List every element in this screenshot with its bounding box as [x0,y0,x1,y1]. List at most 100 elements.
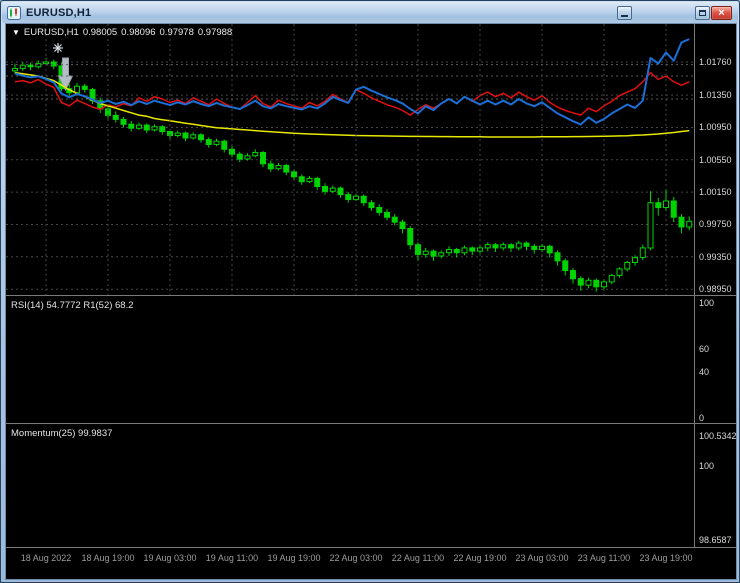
candle [523,242,530,247]
candle [446,249,452,254]
candle [353,195,359,200]
candle [314,177,321,187]
candle [267,163,274,170]
candle [670,200,677,218]
candle [244,155,251,160]
chart-window: EURUSD,H1 × ▼ EURUSD,H1 0.98005 0.98096 0.97… [0,0,740,583]
rsi-label: RSI(14) 54.7772 R1(52) 68.2 [11,300,134,311]
candle [639,247,646,259]
candle [616,268,623,276]
price-axis-label: 1.01350 [699,90,732,101]
candle [593,279,600,288]
close-button[interactable]: × [711,6,732,20]
time-axis-label: 23 Aug 03:00 [515,553,569,563]
chart-client-area: ▼ EURUSD,H1 0.98005 0.98096 0.97978 0.97988 R… [5,23,737,580]
candle [291,171,297,178]
candle [546,245,553,254]
candle [531,245,538,251]
candle [399,221,406,230]
candle [632,257,638,264]
candle [484,244,491,249]
candle [554,252,561,262]
price-axis-label: 1.00150 [699,187,732,198]
time-axis-label: 19 Aug 19:00 [267,553,321,563]
ohlc-header: ▼ EURUSD,H1 0.98005 0.98096 0.97978 0.97988 [12,27,236,38]
rsi-axis-label: 100 [699,298,715,308]
time-axis-label: 23 Aug 11:00 [577,553,631,563]
momentum-label: Momentum(25) 99.9837 [11,428,113,439]
candle [275,165,282,170]
candle [236,153,243,160]
candle [322,186,328,192]
candle [430,250,437,257]
candle [624,262,631,270]
candle [415,244,421,255]
candle [492,244,499,249]
price-axis-label: 1.01760 [699,56,732,67]
candle [577,278,584,286]
candle [391,216,398,223]
candle [678,216,685,228]
candle [453,249,460,254]
candle [384,211,390,218]
close-value: 0.97988 [197,27,233,38]
candle [469,247,476,252]
candle [539,245,545,251]
candle [585,279,592,286]
candle [298,176,305,183]
candle [252,152,259,157]
chart-icon [7,5,21,20]
candle [663,200,669,208]
close-icon: × [718,7,725,19]
restore-button[interactable] [695,6,710,20]
time-axis-label: 22 Aug 03:00 [329,553,383,563]
rsi-axis-label: 0 [699,413,705,423]
price-axis-label: 1.00550 [699,154,732,165]
candle [647,202,654,249]
candle [438,252,445,257]
panel-separator[interactable] [6,295,736,296]
time-axis[interactable]: 18 Aug 2022 18 Aug 19:00 19 Aug 03:00 19 Au… [6,553,736,569]
panel-separator [6,547,736,548]
price-axis-label: 0.99750 [699,219,732,230]
restore-icon [699,10,706,16]
panel-separator[interactable] [6,423,736,424]
candle [461,247,468,254]
candle [368,202,375,209]
open-value: 0.98005 [82,27,118,38]
momentum-line [14,38,690,126]
titlebar[interactable]: EURUSD,H1 × [2,2,738,23]
candle [655,202,662,209]
price-axis[interactable]: 1.01760 1.01350 1.00950 1.00550 1.00150 0.997… [695,24,737,579]
candle [407,228,414,246]
candle [562,260,569,272]
momentum-axis-label: 100.5342 [699,431,737,441]
minimize-button[interactable] [617,6,632,20]
time-axis-label: 19 Aug 11:00 [205,553,259,563]
price-axis-label: 1.00950 [699,122,732,133]
candle [260,152,266,165]
momentum-axis-label: 100 [699,460,715,471]
candle [477,247,483,252]
candle [376,207,383,213]
candle [608,274,615,283]
price-axis-label: 0.98950 [699,284,732,295]
rsi-axis-label: 60 [699,344,710,354]
symbol-dropdown-toggle[interactable]: ▼ [12,28,20,37]
price-axis-label: 0.99350 [699,251,732,262]
candle [508,244,514,249]
momentum-axis-label: 98.6587 [699,534,732,545]
window-title: EURUSD,H1 [26,6,92,19]
candle [345,194,352,201]
low-value: 0.97978 [159,27,194,38]
time-axis-label: 18 Aug 2022 [20,553,72,563]
candle [306,177,313,183]
time-axis-label: 22 Aug 19:00 [453,553,507,563]
candle [337,187,344,196]
momentum-panel-canvas[interactable] [6,24,694,146]
candle [283,165,290,173]
candle [329,187,336,192]
candle [686,220,693,228]
candle [422,250,429,255]
candle [570,270,576,280]
